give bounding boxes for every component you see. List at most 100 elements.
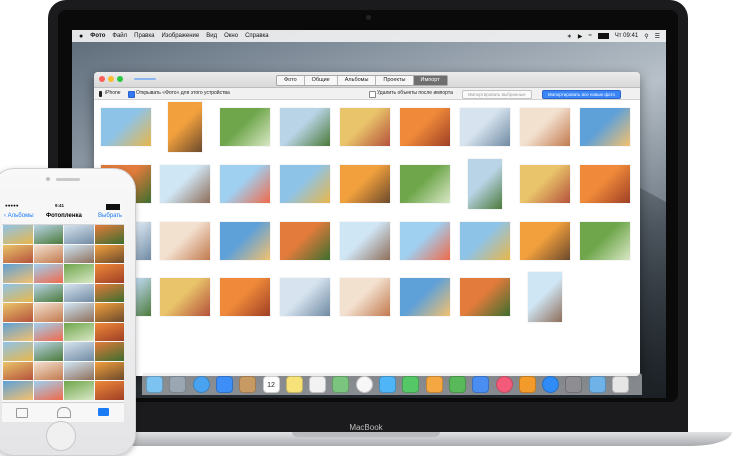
wifi-icon[interactable]: ≈ [588,33,591,39]
photo-thumbnail[interactable] [101,108,151,146]
iphone-photo-thumbnail[interactable] [33,244,63,263]
iphone-photo-thumbnail[interactable] [94,283,124,302]
photo-thumbnail[interactable] [400,108,450,146]
tab-import[interactable]: Импорт [413,76,447,85]
search-icon[interactable]: ⚲ [644,33,648,40]
notes-icon[interactable] [285,376,303,393]
photo-thumbnail[interactable] [400,165,450,203]
photo-thumbnail[interactable] [468,159,502,209]
photo-thumbnail[interactable] [160,278,210,316]
menu-file[interactable]: Файл [112,33,127,39]
open-photos-checkbox[interactable] [128,90,135,98]
iphone-photo-thumbnail[interactable] [33,264,63,283]
iphone-photo-thumbnail[interactable] [3,303,33,322]
iphone-photo-thumbnail[interactable] [94,361,124,380]
iphone-photo-thumbnail[interactable] [33,381,63,400]
zoom-slider[interactable] [134,78,156,80]
iphone-photo-thumbnail[interactable] [64,244,94,263]
menu-edit[interactable]: Правка [134,33,154,39]
apple-menu-icon[interactable]: ● [79,33,83,40]
zoom-button[interactable] [117,76,123,82]
menu-help[interactable]: Справка [245,33,269,39]
photo-thumbnail[interactable] [340,222,390,260]
photo-thumbnail[interactable] [280,108,330,146]
tab-albums-icon[interactable] [98,408,109,416]
iphone-photo-thumbnail[interactable] [94,342,124,361]
iphone-photo-thumbnail[interactable] [3,244,33,263]
photo-thumbnail[interactable] [220,278,270,316]
photo-thumbnail[interactable] [460,222,510,260]
tab-albums[interactable]: Альбомы [338,76,377,85]
numbers-icon[interactable] [448,376,466,393]
contacts-icon[interactable] [239,376,257,393]
iphone-photo-thumbnail[interactable] [33,225,63,244]
menu-photos[interactable]: Фото [90,33,105,39]
keynote-icon[interactable] [472,376,490,393]
photo-thumbnail[interactable] [160,165,210,203]
photo-thumbnail[interactable] [460,108,510,146]
tab-photos[interactable]: Фото [277,76,305,85]
list-icon[interactable]: ☰ [655,33,660,40]
home-button[interactable] [46,421,76,451]
photo-thumbnail[interactable] [400,278,450,316]
iphone-photo-thumbnail[interactable] [3,322,33,341]
iphone-photo-thumbnail[interactable] [64,361,94,380]
iphone-photo-thumbnail[interactable] [3,361,33,380]
photo-thumbnail[interactable] [580,222,630,260]
iphone-photo-thumbnail[interactable] [94,381,124,400]
iphone-photo-thumbnail[interactable] [33,361,63,380]
finder-icon[interactable] [146,376,163,393]
ibooks-icon[interactable] [518,376,536,393]
import-all-new-button[interactable]: Импортировать все новые фото [542,90,621,99]
calendar-icon[interactable]: 12 [262,376,280,393]
photo-thumbnail[interactable] [340,165,390,203]
photo-thumbnail[interactable] [520,222,570,260]
photo-thumbnail[interactable] [160,222,210,260]
delete-after-import-checkbox[interactable] [369,90,376,98]
iphone-photo-thumbnail[interactable] [64,322,94,341]
trash-icon[interactable] [612,376,629,393]
reminders-icon[interactable] [309,376,327,393]
facetime-icon[interactable] [402,376,420,393]
iphone-photo-thumbnail[interactable] [94,264,124,283]
iphone-photo-thumbnail[interactable] [3,381,33,400]
iphone-photo-thumbnail[interactable] [3,342,33,361]
tab-projects[interactable]: Проекты [376,76,414,85]
photo-thumbnail[interactable] [168,102,202,152]
iphone-photo-thumbnail[interactable] [64,264,94,283]
photo-thumbnail[interactable] [280,278,330,316]
messages-icon[interactable] [379,376,396,393]
back-button[interactable]: ‹ Альбомы [4,213,34,219]
system-preferences-icon[interactable] [565,376,583,393]
downloads-folder-icon[interactable] [588,376,606,393]
photo-thumbnail[interactable] [580,165,630,203]
minimize-button[interactable] [108,76,114,82]
music-icon[interactable] [495,376,513,393]
iphone-photo-thumbnail[interactable] [33,322,63,341]
select-button[interactable]: Выбрать [98,213,122,219]
battery-icon[interactable] [597,33,609,39]
maps-icon[interactable] [332,376,350,393]
iphone-photo-thumbnail[interactable] [64,381,94,400]
photo-thumbnail[interactable] [520,108,570,146]
photo-thumbnail[interactable] [520,165,570,203]
iphone-photo-thumbnail[interactable] [64,225,94,244]
appstore-icon[interactable] [542,376,560,393]
photo-thumbnail[interactable] [220,222,270,260]
photo-thumbnail[interactable] [340,108,390,146]
menu-image[interactable]: Изображение [161,33,199,39]
iphone-photo-thumbnail[interactable] [94,322,124,341]
iphone-photo-thumbnail[interactable] [94,225,124,244]
iphone-photo-thumbnail[interactable] [3,283,33,302]
tab-photos-icon[interactable] [16,408,28,418]
iphone-photo-thumbnail[interactable] [3,225,33,244]
photo-thumbnail[interactable] [220,165,270,203]
photo-thumbnail[interactable] [280,165,330,203]
photo-thumbnail[interactable] [340,278,390,316]
menu-view[interactable]: Вид [206,33,217,39]
pages-icon[interactable] [425,376,443,393]
menu-clock[interactable]: Чт 09:41 [615,33,638,39]
tab-shared-icon[interactable] [57,407,71,418]
photo-thumbnail[interactable] [528,272,562,322]
bluetooth-icon[interactable]: ∗ [567,33,572,40]
